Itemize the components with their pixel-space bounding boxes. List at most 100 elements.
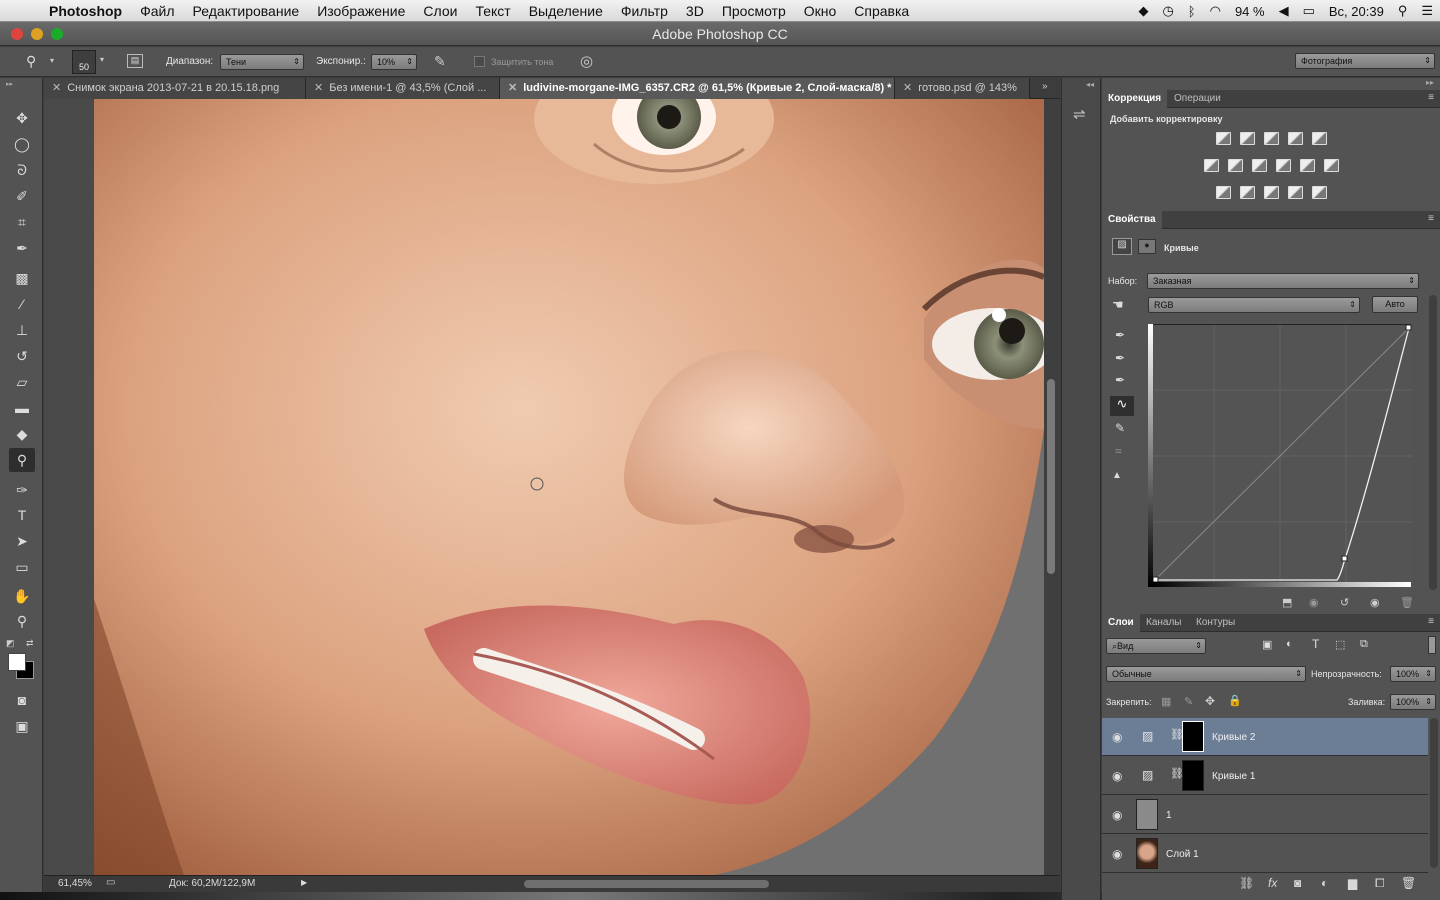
- selective-color-icon[interactable]: [1288, 186, 1303, 199]
- doc-tab[interactable]: ✕ Без имени-1 @ 43,5% (Слой ...: [306, 78, 500, 99]
- filter-pixel-icon[interactable]: ▣: [1262, 638, 1272, 651]
- link-layers-icon[interactable]: ⛓: [1239, 876, 1254, 890]
- channel-select[interactable]: RGB: [1148, 297, 1360, 313]
- close-tab-icon[interactable]: ✕: [903, 82, 912, 94]
- hue-saturation-icon[interactable]: [1204, 159, 1219, 172]
- tab-properties[interactable]: Свойства: [1102, 211, 1162, 229]
- type-tool-icon[interactable]: T: [9, 503, 35, 527]
- layer-row[interactable]: ◉ Слой 1: [1102, 835, 1428, 873]
- levels-adjust-icon[interactable]: [1240, 132, 1255, 145]
- lock-pixels-icon[interactable]: ✎: [1184, 695, 1193, 708]
- close-tab-icon[interactable]: ✕: [52, 82, 61, 94]
- collapse-panels-icon[interactable]: ▸▸: [1426, 78, 1434, 87]
- layer-thumbnail[interactable]: [1136, 799, 1158, 830]
- close-tab-icon[interactable]: ✕: [508, 82, 517, 94]
- airbrush-icon[interactable]: ✎: [434, 53, 446, 70]
- quick-mask-icon[interactable]: ◙: [9, 688, 35, 712]
- zoom-tool-icon[interactable]: ⚲: [9, 609, 35, 633]
- close-tab-icon[interactable]: ✕: [314, 82, 323, 94]
- menu-edit[interactable]: Редактирование: [184, 3, 309, 19]
- opacity-select[interactable]: 100%: [1390, 666, 1436, 682]
- screen-mode-icon[interactable]: ▣: [9, 714, 35, 738]
- history-brush-tool-icon[interactable]: ↺: [9, 344, 35, 368]
- menu-layers[interactable]: Слои: [414, 3, 466, 19]
- brush-panel-icon[interactable]: ▤: [127, 54, 143, 68]
- tab-adjustments[interactable]: Коррекция: [1102, 90, 1168, 108]
- sample-black-point-icon[interactable]: ✒: [1115, 328, 1125, 342]
- layer-name[interactable]: Кривые 2: [1212, 732, 1255, 743]
- on-image-adjust-icon[interactable]: ☚: [1112, 297, 1124, 313]
- color-lookup-icon[interactable]: [1324, 159, 1339, 172]
- curve-point-white[interactable]: [1405, 324, 1412, 331]
- spotlight-icon[interactable]: ⚲: [1391, 3, 1415, 19]
- blend-mode-select[interactable]: Обычные: [1106, 666, 1306, 682]
- curves-graph[interactable]: [1148, 324, 1412, 588]
- horizontal-scroll-thumb[interactable]: [524, 880, 769, 888]
- volume-icon[interactable]: ◀: [1272, 3, 1296, 19]
- collapse-tools-icon[interactable]: ▸▸: [6, 80, 13, 88]
- color-balance-icon[interactable]: [1228, 159, 1243, 172]
- doc-tab[interactable]: ✕ Снимок экрана 2013-07-21 в 20.15.18.png: [44, 78, 306, 99]
- new-group-icon[interactable]: ▆: [1348, 876, 1357, 890]
- visibility-icon[interactable]: ◉: [1370, 596, 1380, 609]
- filter-shape-icon[interactable]: ⬚: [1335, 638, 1345, 651]
- zoom-tool-icon[interactable]: ⚲: [26, 53, 36, 70]
- layer-filter-select[interactable]: ⌕Вид: [1106, 638, 1206, 654]
- doc-tab-active[interactable]: ✕ ludivine-morgane-IMG_6357.CR2 @ 61,5% (…: [500, 78, 895, 99]
- add-mask-icon[interactable]: ◙: [1294, 876, 1301, 890]
- lock-position-icon[interactable]: ✥: [1205, 694, 1215, 708]
- layer-mask-thumbnail[interactable]: [1182, 760, 1204, 791]
- threshold-icon[interactable]: [1264, 186, 1279, 199]
- posterize-icon[interactable]: [1240, 186, 1255, 199]
- photo-filter-icon[interactable]: [1276, 159, 1291, 172]
- brush-tool-icon[interactable]: ⁄: [9, 292, 35, 316]
- menu-type[interactable]: Текст: [466, 3, 519, 19]
- foreground-color-swatch[interactable]: [8, 653, 26, 671]
- clip-to-layer-icon[interactable]: ⬒: [1282, 596, 1292, 609]
- canvas-area[interactable]: [44, 99, 1060, 875]
- battery-label[interactable]: 94 %: [1228, 4, 1272, 19]
- panel-menu-icon[interactable]: ≡: [1428, 616, 1434, 627]
- panel-menu-icon[interactable]: ≡: [1428, 213, 1434, 224]
- gradient-map-icon[interactable]: [1312, 186, 1327, 199]
- curve-pencil-icon[interactable]: ✎: [1115, 421, 1125, 435]
- workspace-select[interactable]: Фотография: [1295, 53, 1435, 69]
- auto-button[interactable]: Авто: [1372, 296, 1418, 313]
- tab-channels[interactable]: Каналы: [1140, 614, 1188, 632]
- clone-stamp-tool-icon[interactable]: ⊥: [9, 318, 35, 342]
- preset-select[interactable]: Заказная: [1147, 273, 1419, 289]
- status-menu-arrow-icon[interactable]: ▶: [301, 878, 307, 887]
- layer-row[interactable]: ◉ 1: [1102, 796, 1428, 834]
- default-colors-icon[interactable]: ◩: [6, 638, 15, 649]
- curves-adjust-icon[interactable]: [1264, 132, 1279, 145]
- black-white-icon[interactable]: [1252, 159, 1267, 172]
- expand-dock-icon[interactable]: ◂◂: [1086, 80, 1094, 89]
- lock-transparent-icon[interactable]: ▦: [1161, 695, 1171, 708]
- layer-name[interactable]: Слой 1: [1166, 849, 1199, 860]
- lock-all-icon[interactable]: 🔒: [1228, 694, 1242, 707]
- menu-3d[interactable]: 3D: [677, 3, 713, 19]
- clipping-warning-icon[interactable]: ▲: [1112, 470, 1122, 481]
- smooth-curve-icon[interactable]: ≈: [1115, 444, 1122, 458]
- share-icon[interactable]: ▭: [106, 877, 115, 888]
- view-previous-icon[interactable]: ◉: [1309, 596, 1319, 609]
- eye-icon[interactable]: ◉: [1112, 730, 1122, 744]
- bluetooth-icon[interactable]: ᛒ: [1181, 4, 1203, 19]
- history-panel-icon[interactable]: ⇌: [1073, 105, 1086, 123]
- fill-select[interactable]: 100%: [1390, 694, 1436, 710]
- layer-mask-thumbnail[interactable]: [1182, 721, 1204, 752]
- layer-row[interactable]: ◉ ▨ ⛓ Кривые 2: [1102, 718, 1428, 756]
- layer-name[interactable]: 1: [1166, 810, 1172, 821]
- hand-tool-icon[interactable]: ✋: [9, 584, 35, 608]
- range-select[interactable]: Тени: [220, 54, 304, 70]
- curves-properties-icon[interactable]: ▨: [1112, 238, 1132, 255]
- menu-window[interactable]: Окно: [795, 3, 846, 19]
- path-selection-tool-icon[interactable]: ➤: [9, 529, 35, 553]
- protect-tones-checkbox[interactable]: [474, 56, 485, 67]
- invert-icon[interactable]: [1216, 186, 1231, 199]
- properties-scrollbar[interactable]: [1429, 295, 1437, 590]
- rectangle-tool-icon[interactable]: ▭: [9, 555, 35, 579]
- mask-properties-icon[interactable]: ●: [1138, 239, 1156, 254]
- curve-points-icon[interactable]: ∿: [1110, 396, 1134, 416]
- doc-tab[interactable]: ✕ готово.psd @ 143%: [895, 78, 1030, 99]
